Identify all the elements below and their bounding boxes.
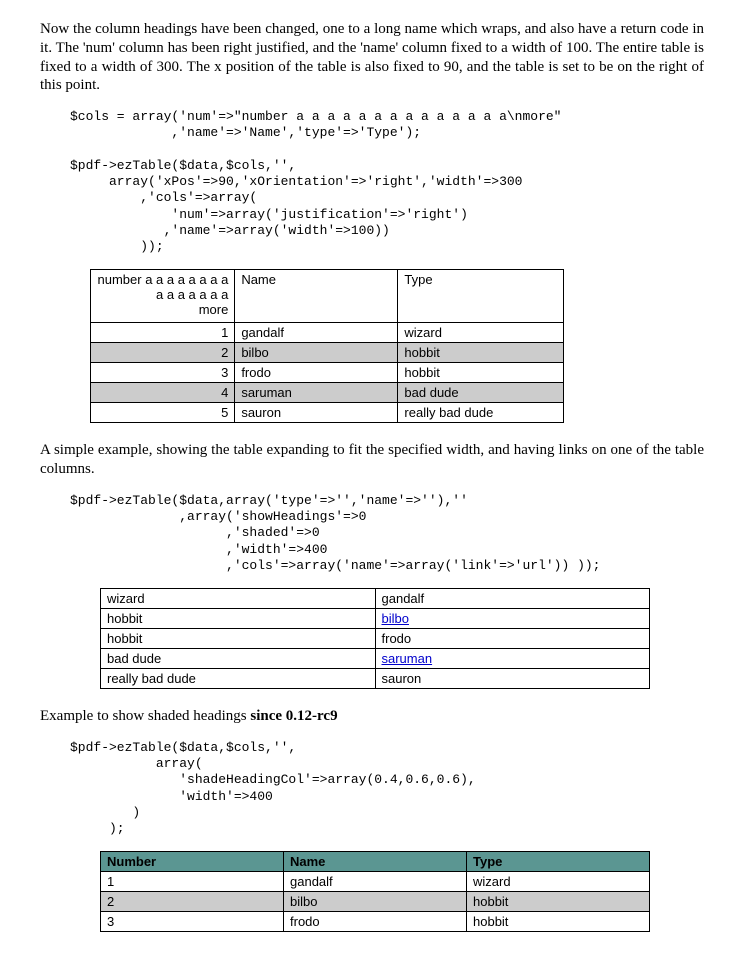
table-row: 2 bilbo hobbit [101,892,650,912]
col-header-num: Number [101,852,284,872]
table-2-wrap: wizard gandalf hobbit bilbo hobbit frodo… [40,588,704,689]
code-block-1: $cols = array('num'=>"number a a a a a a… [70,109,704,255]
cell-type: hobbit [398,363,564,383]
table-2: wizard gandalf hobbit bilbo hobbit frodo… [100,588,650,689]
cell-type: wizard [101,589,376,609]
intro-paragraph-2: A simple example, showing the table expa… [40,441,704,479]
cell-name: gandalf [375,589,650,609]
cell-num: 2 [101,892,284,912]
intro-paragraph-3: Example to show shaded headings since 0.… [40,707,704,726]
table-row: bad dude saruman [101,649,650,669]
table-3: Number Name Type 1 gandalf wizard 2 bilb… [100,851,650,932]
cell-name: saruman [235,383,398,403]
col-header-type: Type [398,270,564,323]
cell-type: bad dude [101,649,376,669]
cell-name: bilbo [375,609,650,629]
cell-type: hobbit [398,343,564,363]
cell-name: saruman [375,649,650,669]
para3-bold: since 0.12-rc9 [250,708,337,724]
cell-num: 2 [91,343,235,363]
table-row: hobbit bilbo [101,609,650,629]
cell-type: wizard [398,323,564,343]
cell-type: really bad dude [398,403,564,423]
table-row: wizard gandalf [101,589,650,609]
code-block-2: $pdf->ezTable($data,array('type'=>'','na… [70,493,704,574]
table-1: number a a a a a a a a a a a a a a a mor… [90,269,564,423]
table-1-wrap: number a a a a a a a a a a a a a a a mor… [40,269,704,423]
name-text: frodo [382,631,412,646]
table-row: hobbit frodo [101,629,650,649]
cell-type: hobbit [467,892,650,912]
table-row: 2 bilbo hobbit [91,343,564,363]
col-header-type: Type [467,852,650,872]
cell-num: 3 [91,363,235,383]
name-link[interactable]: saruman [382,651,433,666]
cell-name: frodo [375,629,650,649]
table-row: really bad dude sauron [101,669,650,689]
cell-num: 3 [101,912,284,932]
cell-type: hobbit [467,912,650,932]
cell-num: 4 [91,383,235,403]
cell-name: bilbo [235,343,398,363]
table-row: Number Name Type [101,852,650,872]
cell-type: wizard [467,872,650,892]
name-text: sauron [382,671,422,686]
col-header-name: Name [235,270,398,323]
intro-paragraph-1: Now the column headings have been change… [40,20,704,95]
table-row: 1 gandalf wizard [101,872,650,892]
col-header-num: number a a a a a a a a a a a a a a a mor… [91,270,235,323]
cell-num: 1 [91,323,235,343]
table-row: 1 gandalf wizard [91,323,564,343]
para3-text: Example to show shaded headings [40,708,250,724]
code-block-3: $pdf->ezTable($data,$cols,'', array( 'sh… [70,740,704,838]
name-link[interactable]: bilbo [382,611,409,626]
cell-name: bilbo [284,892,467,912]
cell-type: hobbit [101,609,376,629]
cell-num: 1 [101,872,284,892]
cell-type: really bad dude [101,669,376,689]
col-header-name: Name [284,852,467,872]
table-row: 3 frodo hobbit [101,912,650,932]
cell-type: hobbit [101,629,376,649]
table-row: 5 sauron really bad dude [91,403,564,423]
cell-name: sauron [235,403,398,423]
cell-name: frodo [235,363,398,383]
table-row: 3 frodo hobbit [91,363,564,383]
name-text: gandalf [382,591,425,606]
table-3-wrap: Number Name Type 1 gandalf wizard 2 bilb… [40,851,704,932]
cell-type: bad dude [398,383,564,403]
cell-name: gandalf [235,323,398,343]
cell-name: gandalf [284,872,467,892]
cell-num: 5 [91,403,235,423]
table-row: 4 saruman bad dude [91,383,564,403]
table-row: number a a a a a a a a a a a a a a a mor… [91,270,564,323]
cell-name: sauron [375,669,650,689]
cell-name: frodo [284,912,467,932]
